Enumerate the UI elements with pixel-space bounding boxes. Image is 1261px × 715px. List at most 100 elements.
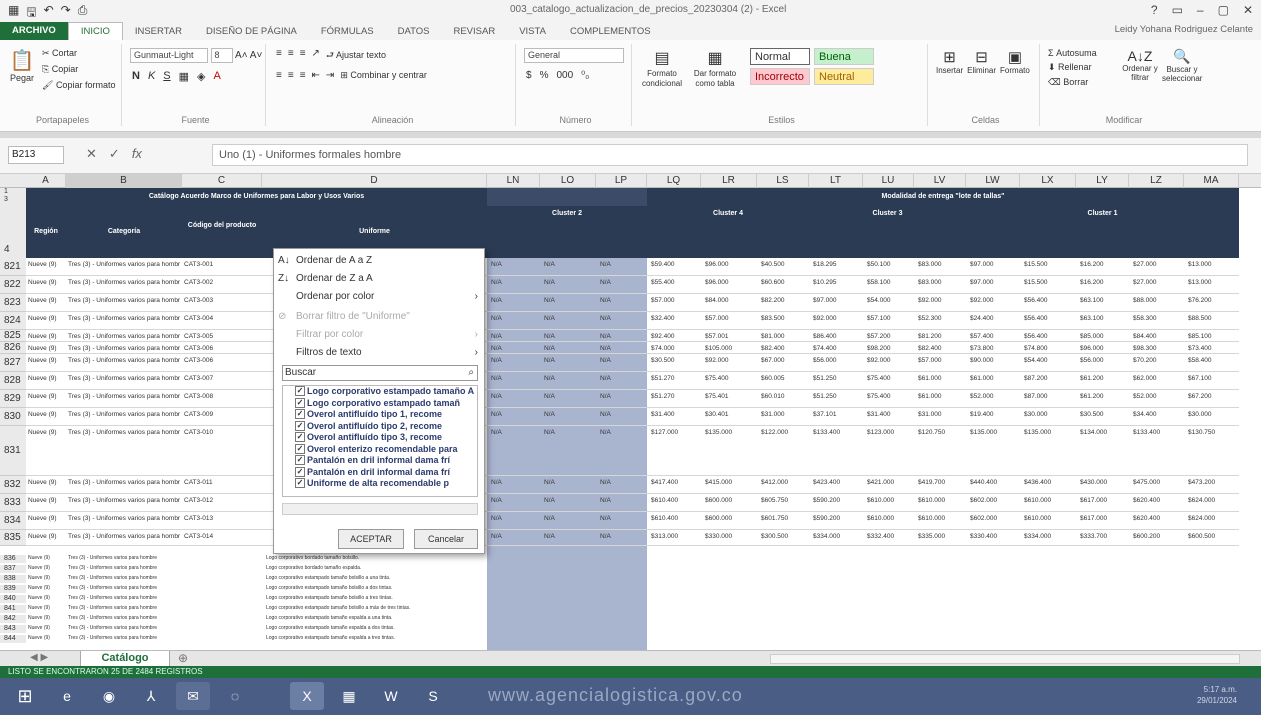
tab-formulas[interactable]: FÓRMULAS — [309, 26, 386, 37]
filter-values-list[interactable]: Logo corporativo estampado tamaño ALogo … — [282, 385, 478, 497]
cell-value[interactable]: $73.400 — [1188, 345, 1237, 352]
format-painter-button[interactable]: 🖌 Copiar formato — [42, 80, 115, 91]
cell-value[interactable]: $127.000 — [651, 429, 699, 436]
cell-value[interactable]: $600.200 — [1133, 533, 1182, 540]
format-cells-button[interactable]: ▣ Formato — [1000, 48, 1030, 75]
tab-home[interactable]: INICIO — [67, 22, 123, 40]
column-header[interactable]: MA — [1184, 174, 1239, 188]
orientation-icon[interactable]: ↗ — [312, 48, 320, 64]
column-header[interactable]: LY — [1076, 174, 1129, 188]
cell-value[interactable]: $58.300 — [1133, 315, 1182, 322]
cell-value[interactable]: $97.000 — [970, 261, 1018, 268]
cell-value[interactable]: $32.400 — [651, 315, 699, 322]
cell-value[interactable]: $82.400 — [761, 345, 807, 352]
cell-value[interactable]: $74.800 — [1024, 345, 1074, 352]
cell-value[interactable]: $59.400 — [651, 261, 699, 268]
cell-region[interactable]: Nueve (9) — [28, 393, 66, 400]
column-header[interactable]: A — [26, 174, 66, 188]
cell-code[interactable]: CAT3-011 — [184, 479, 258, 486]
align-right-icon[interactable]: ≡ — [300, 70, 306, 81]
paste-button[interactable]: 📋 Pegar — [8, 48, 36, 83]
row-number[interactable]: 824 — [0, 312, 26, 330]
style-good[interactable]: Buena — [814, 48, 874, 65]
cell-value[interactable]: $63.100 — [1080, 315, 1127, 322]
preview-icon[interactable]: ⎙ — [78, 3, 88, 24]
cell-value[interactable]: $412.000 — [761, 479, 807, 486]
row-number[interactable]: 834 — [0, 512, 26, 530]
cell-value[interactable]: $30.401 — [705, 411, 755, 418]
sheet-tab-catalogo[interactable]: Catálogo — [80, 651, 170, 667]
cell-value[interactable]: $18.295 — [813, 261, 861, 268]
horizontal-scrollbar[interactable] — [770, 654, 1240, 664]
cell-value[interactable]: N/A — [544, 315, 594, 322]
row-number[interactable]: 835 — [0, 530, 26, 546]
tab-review[interactable]: REVISAR — [441, 26, 507, 37]
cell-value[interactable]: $92.000 — [705, 357, 755, 364]
cell-category[interactable]: Tres (3) - Uniformes varios para hombre — [68, 345, 180, 352]
cell-value[interactable]: $473.200 — [1188, 479, 1237, 486]
cell-value[interactable]: $135.000 — [970, 429, 1018, 436]
cell-value[interactable]: $334.000 — [1024, 533, 1074, 540]
cell-value[interactable]: $96.000 — [705, 261, 755, 268]
maximize-icon[interactable]: ▢ — [1218, 3, 1229, 17]
cell-uniform[interactable]: Logo corporativo bordado tamaño espalda. — [266, 565, 484, 571]
cell-region[interactable]: Nueve (9) — [28, 497, 66, 504]
row-number[interactable]: 841 — [0, 605, 26, 613]
filter-value-item[interactable]: Overol antifluído tipo 1, recome — [283, 409, 477, 421]
cell-region[interactable]: Nueve (9) — [28, 515, 66, 522]
cell-region[interactable]: Nueve (9) — [28, 345, 66, 352]
cell-code[interactable]: CAT3-014 — [184, 533, 258, 540]
cell-value[interactable]: $31.000 — [761, 411, 807, 418]
cell-value[interactable]: $334.000 — [813, 533, 861, 540]
cell-value[interactable]: $63.100 — [1080, 297, 1127, 304]
cell-value[interactable]: $76.200 — [1188, 297, 1237, 304]
cell-value[interactable]: $75.400 — [867, 393, 912, 400]
cell-value[interactable]: $333.700 — [1080, 533, 1127, 540]
cell-region[interactable]: Nueve (9) — [28, 565, 66, 571]
cell-value[interactable]: $50.100 — [867, 261, 912, 268]
cell-value[interactable]: $92.000 — [867, 357, 912, 364]
cell-value[interactable]: $56.400 — [1024, 333, 1074, 340]
cell-value[interactable]: $96.000 — [705, 279, 755, 286]
cell-value[interactable]: $134.000 — [1080, 429, 1127, 436]
cell-code[interactable]: CAT3-004 — [184, 315, 258, 322]
column-header[interactable]: LU — [863, 174, 914, 188]
tab-addins[interactable]: COMPLEMENTOS — [558, 26, 663, 37]
number-format-select[interactable]: General — [524, 48, 624, 63]
cell-category[interactable]: Tres (3) - Uniformes varios para hombre — [68, 411, 180, 418]
cell-category[interactable]: Tres (3) - Uniformes varios para hombre — [68, 575, 180, 581]
cell-value[interactable]: $133.400 — [1133, 429, 1182, 436]
cell-code[interactable]: CAT3-006 — [184, 345, 258, 352]
column-header[interactable]: D — [262, 174, 487, 188]
redo-icon[interactable]: ↷ — [61, 3, 71, 24]
cell-category[interactable]: Tres (3) - Uniformes varios para hombre — [68, 279, 180, 286]
cell-value[interactable]: N/A — [600, 315, 645, 322]
cell-value[interactable]: $61.000 — [970, 375, 1018, 382]
cell-value[interactable]: $30.000 — [1024, 411, 1074, 418]
cell-value[interactable]: N/A — [491, 497, 538, 504]
cell-value[interactable]: N/A — [600, 279, 645, 286]
cell-value[interactable]: $57.200 — [867, 333, 912, 340]
sort-color-option[interactable]: Ordenar por color › — [296, 291, 478, 302]
cell-value[interactable]: $610.000 — [1024, 497, 1074, 504]
cell-code[interactable]: CAT3-007 — [184, 375, 258, 382]
cell-value[interactable]: $60.600 — [761, 279, 807, 286]
cell-category[interactable]: Tres (3) - Uniformes varios para hombre — [68, 635, 180, 641]
cell-value[interactable]: N/A — [491, 315, 538, 322]
cell-value[interactable]: N/A — [600, 393, 645, 400]
sort-za-option[interactable]: Z↓ Ordenar de Z a A — [278, 273, 373, 284]
column-header[interactable]: LP — [596, 174, 647, 188]
cell-value[interactable]: $415.000 — [705, 479, 755, 486]
cell-value[interactable]: $610.400 — [651, 497, 699, 504]
cell-value[interactable]: $30.500 — [651, 357, 699, 364]
ie-browser-icon[interactable]: e — [50, 682, 84, 710]
cell-code[interactable]: CAT3-003 — [184, 297, 258, 304]
undo-icon[interactable]: ↶ — [44, 3, 54, 24]
column-header[interactable]: LO — [540, 174, 596, 188]
cell-value[interactable]: $417.400 — [651, 479, 699, 486]
column-header[interactable]: LZ — [1129, 174, 1184, 188]
user-name[interactable]: Leidy Yohana Rodriguez Celante — [1115, 24, 1253, 35]
cell-value[interactable]: $610.000 — [1024, 515, 1074, 522]
cell-value[interactable]: N/A — [600, 357, 645, 364]
cell-value[interactable]: $105.000 — [705, 345, 755, 352]
